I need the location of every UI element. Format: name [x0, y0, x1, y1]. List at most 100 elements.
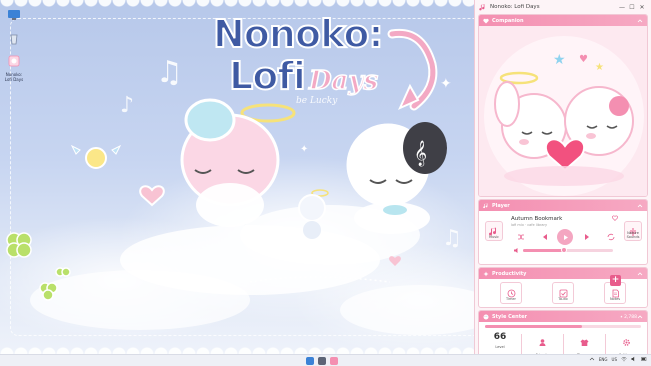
companion-title: Companion: [492, 17, 524, 24]
shirt-icon: [580, 339, 588, 346]
style-center-section: Style Center ⭑ 2,788 66 Level: [478, 310, 648, 359]
logo-line-2: Lofi: [228, 53, 307, 99]
system-tray: ENG US: [589, 356, 647, 362]
taskbar: ENG US: [0, 354, 651, 366]
companion-section: Companion ★ ♥ ★: [478, 14, 648, 197]
timer-label: Timer: [505, 297, 516, 301]
music-note-icon: [479, 3, 485, 10]
progress-slider[interactable]: [523, 247, 613, 253]
divider: [604, 334, 606, 354]
player-title: Player: [492, 202, 510, 209]
companion-view[interactable]: ★ ♥ ★: [479, 26, 647, 196]
xp-progress-bar: [485, 325, 641, 328]
nature-sounds-tile[interactable]: Nature Sounds: [624, 221, 642, 241]
progress-knob[interactable]: [560, 247, 567, 253]
svg-text:♫: ♫: [156, 55, 183, 90]
heart-icon: [483, 18, 489, 23]
playback-controls: [513, 229, 621, 245]
svg-text:✦: ✦: [300, 144, 308, 155]
track-subtitle: lofi mix · cafe library: [511, 223, 548, 227]
divider: [520, 334, 522, 354]
desktop-icon-nonoko[interactable]: Nonoko: Lofi Days: [3, 52, 25, 82]
track-title: Autumn Bookmark: [511, 216, 563, 222]
repeat-icon[interactable]: [607, 233, 615, 241]
companion-header[interactable]: Companion: [479, 15, 647, 26]
svg-text:♪: ♪: [120, 93, 134, 118]
chevron-up-icon[interactable]: [637, 271, 643, 277]
chevron-up-icon[interactable]: [637, 314, 643, 320]
wallpaper-script-text: be Lucky: [296, 96, 338, 106]
volume-icon[interactable]: [631, 356, 637, 362]
svg-text:♥: ♥: [579, 54, 588, 65]
productivity-section: Productivity Timer To-do Notes +: [478, 267, 648, 308]
nonoko-app-icon: [8, 55, 20, 67]
next-icon[interactable]: [583, 233, 591, 241]
play-button[interactable]: [557, 229, 573, 245]
divider: [562, 334, 564, 354]
wallpaper-logo: Nonoko: Lofi Days: [207, 11, 385, 116]
player-body: Music Autumn Bookmark lofi mix · cafe li…: [479, 211, 647, 264]
svg-text:✦: ✦: [440, 76, 452, 92]
svg-text:♫: ♫: [442, 226, 462, 251]
todo-tile[interactable]: To-do: [552, 282, 574, 304]
svg-text:𝄞: 𝄞: [414, 140, 427, 166]
volume-icon[interactable]: [513, 247, 520, 254]
svg-text:★: ★: [553, 52, 566, 68]
timer-tile[interactable]: Timer: [500, 282, 522, 304]
add-button[interactable]: +: [610, 275, 621, 286]
friends-icon: [539, 339, 545, 346]
productivity-body: Timer To-do Notes +: [479, 275, 647, 307]
todo-label: To-do: [558, 297, 568, 301]
level-value: 66: [493, 332, 507, 342]
style-center-body: 66 Level Friends Themes: [479, 322, 647, 358]
productivity-header[interactable]: Productivity: [479, 268, 647, 279]
desktop-icon-this-pc[interactable]: [3, 6, 25, 25]
taskbar-app-nonoko[interactable]: [330, 357, 338, 365]
desktop-icon-recycle-bin[interactable]: [3, 30, 25, 49]
music-note-icon: [483, 202, 488, 208]
svg-text:★: ★: [595, 62, 604, 73]
coin-balance-value: 2,788: [624, 314, 637, 320]
companion-illustration: ★ ♥ ★: [479, 26, 647, 196]
minimize-button[interactable]: —: [617, 4, 627, 11]
chevron-up-icon[interactable]: [589, 356, 595, 362]
logo-line-3: Days: [308, 65, 379, 97]
shuffle-icon[interactable]: [517, 233, 525, 241]
level-label: Level: [495, 345, 505, 349]
language-indicator[interactable]: ENG: [599, 357, 608, 362]
play-icon: [563, 234, 568, 240]
music-label: Music: [489, 235, 499, 239]
monitor-icon: [8, 10, 20, 20]
notes-tile[interactable]: Notes +: [604, 275, 626, 304]
favorite-heart-icon[interactable]: [612, 215, 618, 221]
progress-fill: [523, 249, 564, 252]
player-header[interactable]: Player: [479, 200, 647, 211]
style-center-header[interactable]: Style Center ⭑ 2,788: [479, 311, 647, 322]
gear-icon: [622, 339, 630, 346]
nonoko-panel: Nonoko: Lofi Days — ☐ ✕ Companion ★ ♥ ★ …: [474, 0, 651, 359]
taskbar-apps: [306, 357, 338, 365]
taskbar-app-1[interactable]: [318, 357, 326, 365]
previous-icon[interactable]: [541, 233, 549, 241]
start-button[interactable]: [306, 357, 314, 365]
recycle-bin-icon: [10, 34, 18, 45]
coin-balance: ⭑ 2,788: [620, 314, 637, 320]
chevron-up-icon[interactable]: [637, 203, 643, 209]
notes-label: Notes: [609, 297, 621, 301]
xp-progress-fill: [485, 325, 582, 328]
close-button[interactable]: ✕: [637, 4, 647, 11]
panel-titlebar[interactable]: Nonoko: Lofi Days — ☐ ✕: [475, 0, 651, 14]
panel-title: Nonoko: Lofi Days: [490, 4, 540, 10]
desktop-icon-label: Nonoko: Lofi Days: [4, 72, 24, 82]
sparkle-icon: [483, 271, 489, 276]
logo-line-1: Nonoko:: [212, 11, 385, 57]
battery-icon[interactable]: [641, 356, 647, 362]
region-indicator[interactable]: US: [612, 357, 617, 362]
music-tile[interactable]: Music: [485, 221, 503, 241]
maximize-button[interactable]: ☐: [627, 4, 637, 11]
wifi-icon[interactable]: [621, 356, 627, 362]
chevron-up-icon[interactable]: [637, 18, 643, 24]
style-center-title: Style Center: [492, 313, 527, 320]
nature-sounds-label: Nature Sounds: [626, 231, 640, 239]
player-section: Player Music Autumn Bookmark lofi mix · …: [478, 199, 648, 265]
